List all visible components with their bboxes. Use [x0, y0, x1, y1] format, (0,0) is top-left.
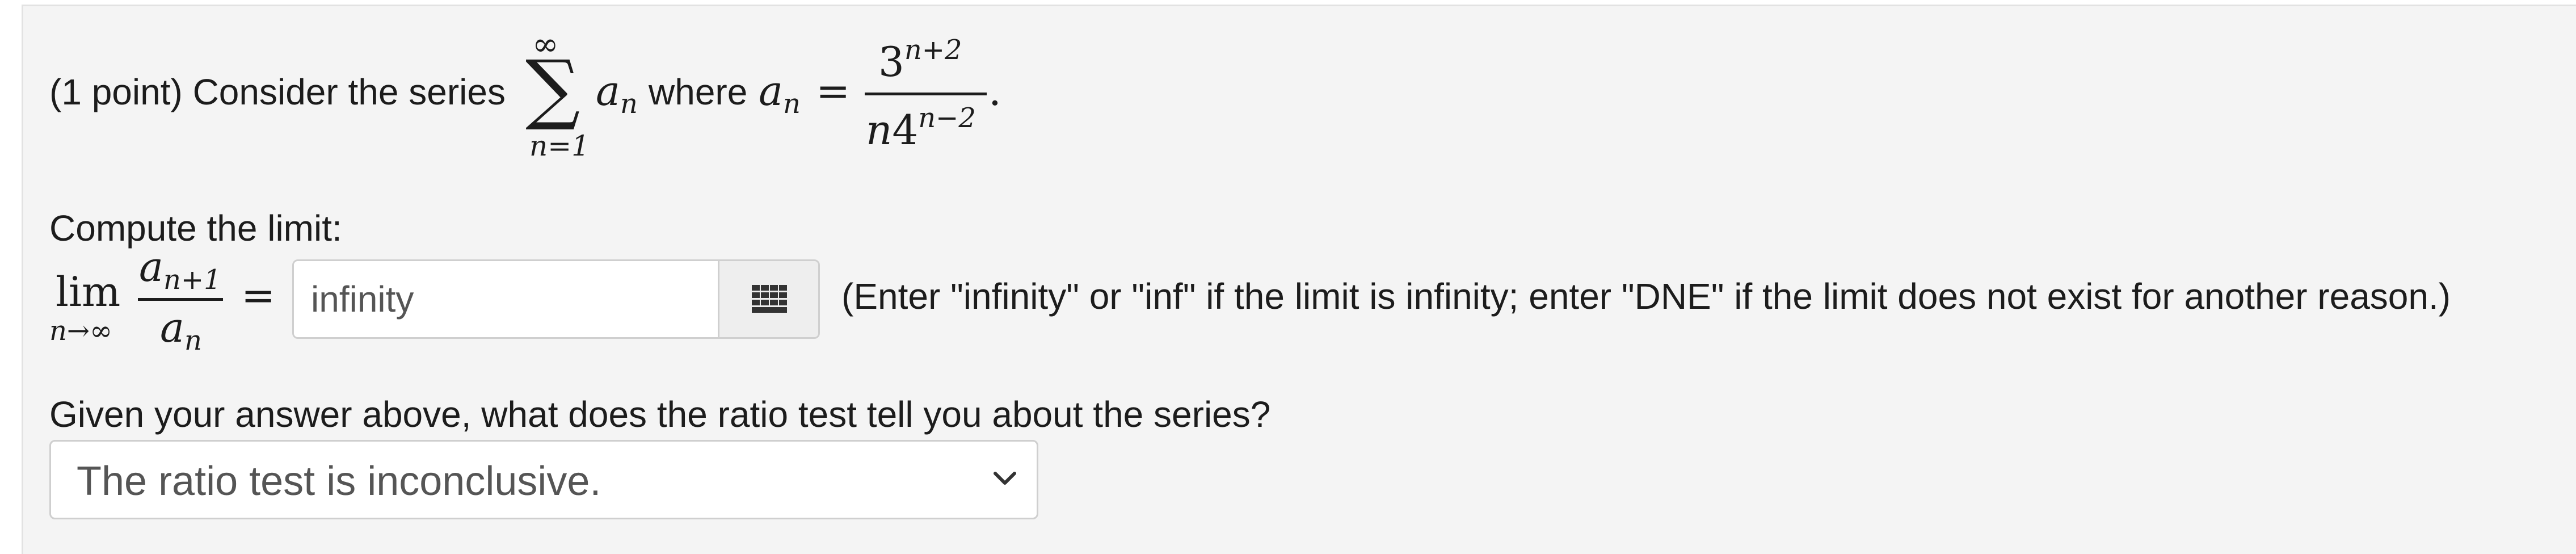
period: . [988, 67, 1001, 115]
ratio-test-select[interactable]: The ratio test is inconclusive. [49, 440, 1038, 519]
numerator: 3n+2 [878, 34, 962, 86]
limit-answer-field [292, 259, 820, 339]
limit-answer-input[interactable] [294, 261, 718, 337]
fraction-bar [865, 93, 987, 95]
ratio-test-question: Given your answer above, what does the r… [49, 394, 1271, 435]
chevron-down-icon [994, 472, 1016, 485]
question-intro: (1 point) Consider the series [49, 72, 506, 112]
series-term: an [596, 67, 638, 120]
grid-icon [752, 285, 787, 313]
denominator: n4n−2 [866, 102, 976, 154]
term-definition-var: an [759, 67, 801, 120]
lim-subscript: n→∞ [49, 315, 113, 347]
ratio-test-selected-option: The ratio test is inconclusive. [77, 459, 601, 504]
ratio-fraction-bar [138, 298, 223, 301]
equals-sign: = [816, 67, 851, 115]
lim-word: lim [56, 268, 121, 316]
equation-editor-button[interactable] [718, 261, 818, 337]
limit-hint: (Enter "infinity" or "inf" if the limit … [841, 276, 2451, 317]
where-label: where [649, 72, 748, 112]
sum-lower-limit: n=1 [529, 129, 590, 162]
ratio-denominator: an [160, 304, 202, 356]
limit-equals-sign: = [241, 271, 276, 319]
ratio-numerator: an+1 [139, 243, 221, 296]
summation-symbol: ∑ [525, 44, 580, 133]
